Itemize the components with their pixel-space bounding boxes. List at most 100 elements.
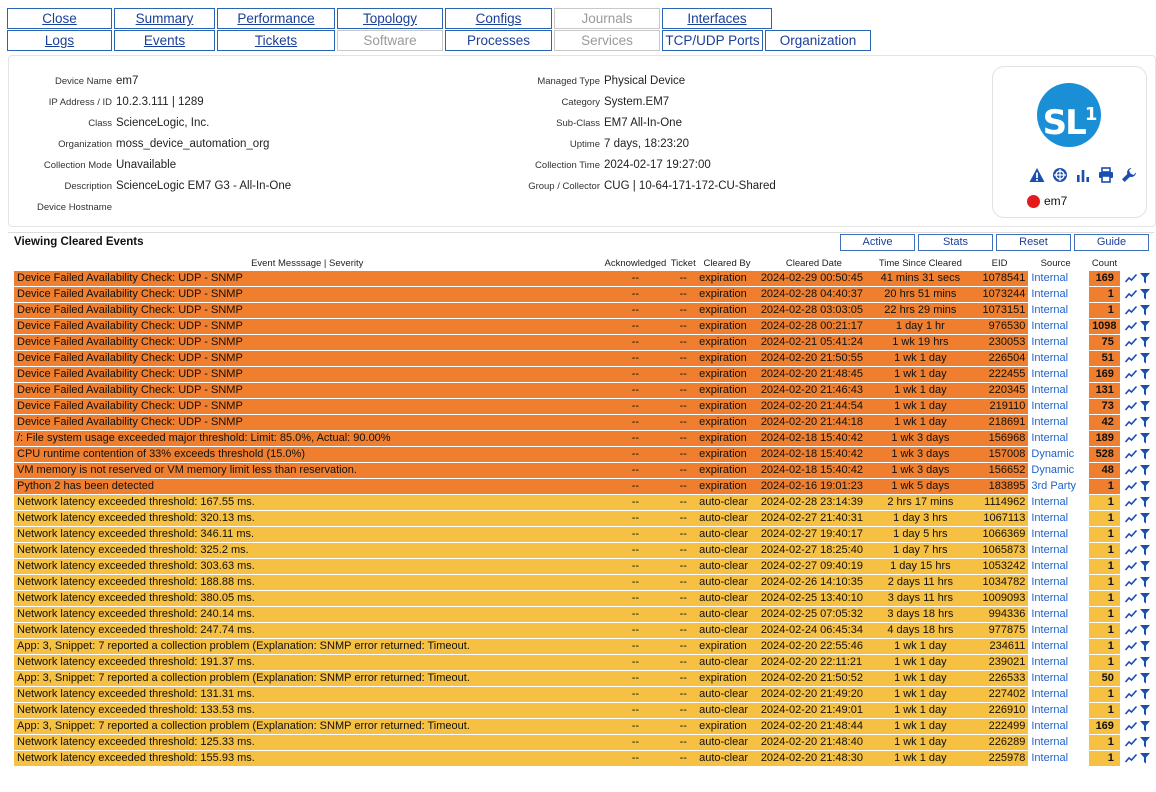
event-message[interactable]: Network latency exceeded threshold: 320.…	[14, 510, 601, 527]
active-button[interactable]: Active	[840, 234, 915, 251]
col-header-acknowledged[interactable]: Acknowledged	[600, 256, 671, 271]
tab-configs[interactable]: Configs	[445, 8, 552, 29]
graph-icon[interactable]	[1125, 673, 1138, 683]
table-row[interactable]: Device Failed Availability Check: UDP - …	[14, 414, 1156, 431]
table-row[interactable]: Device Failed Availability Check: UDP - …	[14, 334, 1156, 351]
source-link[interactable]: Internal	[1031, 576, 1068, 588]
event-message[interactable]: Network latency exceeded threshold: 325.…	[14, 542, 601, 559]
event-message[interactable]: Device Failed Availability Check: UDP - …	[14, 286, 601, 303]
graph-icon[interactable]	[1125, 641, 1138, 651]
filter-icon[interactable]	[1140, 464, 1151, 476]
event-message[interactable]: Device Failed Availability Check: UDP - …	[14, 382, 601, 399]
filter-icon[interactable]	[1140, 736, 1151, 748]
table-row[interactable]: Network latency exceeded threshold: 320.…	[14, 510, 1156, 527]
event-message[interactable]: VM memory is not reserved or VM memory l…	[14, 462, 601, 479]
graph-icon[interactable]	[1125, 721, 1138, 731]
table-row[interactable]: Device Failed Availability Check: UDP - …	[14, 302, 1156, 319]
table-row[interactable]: CPU runtime contention of 33% exceeds th…	[14, 446, 1156, 463]
graph-icon[interactable]	[1125, 529, 1138, 539]
tab-summary[interactable]: Summary	[114, 8, 215, 29]
warning-icon[interactable]	[1029, 167, 1045, 183]
source-cell[interactable]: Internal	[1028, 750, 1083, 767]
wrench-icon[interactable]	[1121, 167, 1137, 183]
filter-icon[interactable]	[1140, 288, 1151, 300]
source-link[interactable]: Internal	[1031, 512, 1068, 524]
graph-icon[interactable]	[1125, 305, 1138, 315]
event-message[interactable]: Network latency exceeded threshold: 167.…	[14, 494, 601, 511]
graph-icon[interactable]	[1125, 289, 1138, 299]
table-row[interactable]: VM memory is not reserved or VM memory l…	[14, 462, 1156, 479]
table-row[interactable]: Network latency exceeded threshold: 188.…	[14, 574, 1156, 591]
graph-icon[interactable]	[1125, 497, 1138, 507]
graph-icon[interactable]	[1125, 625, 1138, 635]
col-header-time-since[interactable]: Time Since Cleared	[869, 256, 971, 271]
table-row[interactable]: Python 2 has been detected -- -- expiration…	[14, 478, 1156, 495]
table-row[interactable]: Network latency exceeded threshold: 346.…	[14, 526, 1156, 543]
source-link[interactable]: Internal	[1031, 544, 1068, 556]
filter-icon[interactable]	[1140, 416, 1151, 428]
bar-chart-icon[interactable]	[1075, 167, 1091, 183]
filter-icon[interactable]	[1140, 752, 1151, 764]
table-row[interactable]: Network latency exceeded threshold: 167.…	[14, 494, 1156, 511]
event-message[interactable]: Network latency exceeded threshold: 133.…	[14, 702, 601, 719]
source-link[interactable]: Internal	[1031, 560, 1068, 572]
source-link[interactable]: Internal	[1031, 496, 1068, 508]
event-message[interactable]: Device Failed Availability Check: UDP - …	[14, 398, 601, 415]
filter-icon[interactable]	[1140, 320, 1151, 332]
graph-icon[interactable]	[1125, 481, 1138, 491]
source-cell[interactable]: Internal	[1028, 430, 1083, 447]
source-link[interactable]: Internal	[1031, 528, 1068, 540]
graph-icon[interactable]	[1125, 657, 1138, 667]
col-header-eid[interactable]: EID	[970, 256, 1029, 271]
tab-logs[interactable]: Logs	[7, 30, 112, 51]
globe-icon[interactable]	[1052, 167, 1068, 183]
table-row[interactable]: Network latency exceeded threshold: 191.…	[14, 654, 1156, 671]
printer-icon[interactable]	[1098, 167, 1114, 183]
tab-topology[interactable]: Topology	[337, 8, 443, 29]
table-row[interactable]: Network latency exceeded threshold: 240.…	[14, 606, 1156, 623]
source-cell[interactable]: Dynamic	[1028, 462, 1083, 479]
col-header-cleared-date[interactable]: Cleared Date	[757, 256, 870, 271]
source-link[interactable]: Internal	[1031, 272, 1068, 284]
tab-interfaces[interactable]: Interfaces	[662, 8, 772, 29]
graph-icon[interactable]	[1125, 401, 1138, 411]
filter-icon[interactable]	[1140, 528, 1151, 540]
graph-icon[interactable]	[1125, 449, 1138, 459]
graph-icon[interactable]	[1125, 417, 1138, 427]
graph-icon[interactable]	[1125, 561, 1138, 571]
table-row[interactable]: Device Failed Availability Check: UDP - …	[14, 286, 1156, 303]
graph-icon[interactable]	[1125, 545, 1138, 555]
table-row[interactable]: Device Failed Availability Check: UDP - …	[14, 271, 1156, 287]
graph-icon[interactable]	[1125, 385, 1138, 395]
graph-icon[interactable]	[1125, 577, 1138, 587]
graph-icon[interactable]	[1125, 369, 1138, 379]
source-cell[interactable]: Internal	[1028, 366, 1083, 383]
tab-processes[interactable]: Processes	[445, 30, 552, 51]
source-cell[interactable]: Internal	[1028, 382, 1083, 399]
graph-icon[interactable]	[1125, 433, 1138, 443]
source-link[interactable]: Internal	[1031, 656, 1068, 668]
source-cell[interactable]: Internal	[1028, 574, 1083, 591]
source-link[interactable]: Internal	[1031, 432, 1068, 444]
source-cell[interactable]: 3rd Party	[1028, 478, 1083, 495]
event-message[interactable]: Network latency exceeded threshold: 188.…	[14, 574, 601, 591]
filter-icon[interactable]	[1140, 384, 1151, 396]
table-row[interactable]: Network latency exceeded threshold: 325.…	[14, 542, 1156, 559]
filter-icon[interactable]	[1140, 512, 1151, 524]
graph-icon[interactable]	[1125, 593, 1138, 603]
source-link[interactable]: Internal	[1031, 688, 1068, 700]
source-cell[interactable]: Internal	[1028, 526, 1083, 543]
event-message[interactable]: Device Failed Availability Check: UDP - …	[14, 334, 601, 351]
filter-icon[interactable]	[1140, 640, 1151, 652]
table-row[interactable]: Network latency exceeded threshold: 380.…	[14, 590, 1156, 607]
event-message[interactable]: Network latency exceeded threshold: 303.…	[14, 558, 601, 575]
col-header-source[interactable]: Source	[1028, 256, 1083, 271]
table-row[interactable]: Device Failed Availability Check: UDP - …	[14, 318, 1156, 335]
tab-organization[interactable]: Organization	[765, 30, 871, 51]
event-message[interactable]: Device Failed Availability Check: UDP - …	[14, 271, 601, 287]
source-cell[interactable]: Internal	[1028, 718, 1083, 735]
source-cell[interactable]: Internal	[1028, 606, 1083, 623]
table-row[interactable]: Network latency exceeded threshold: 303.…	[14, 558, 1156, 575]
source-cell[interactable]: Internal	[1028, 558, 1083, 575]
filter-icon[interactable]	[1140, 352, 1151, 364]
